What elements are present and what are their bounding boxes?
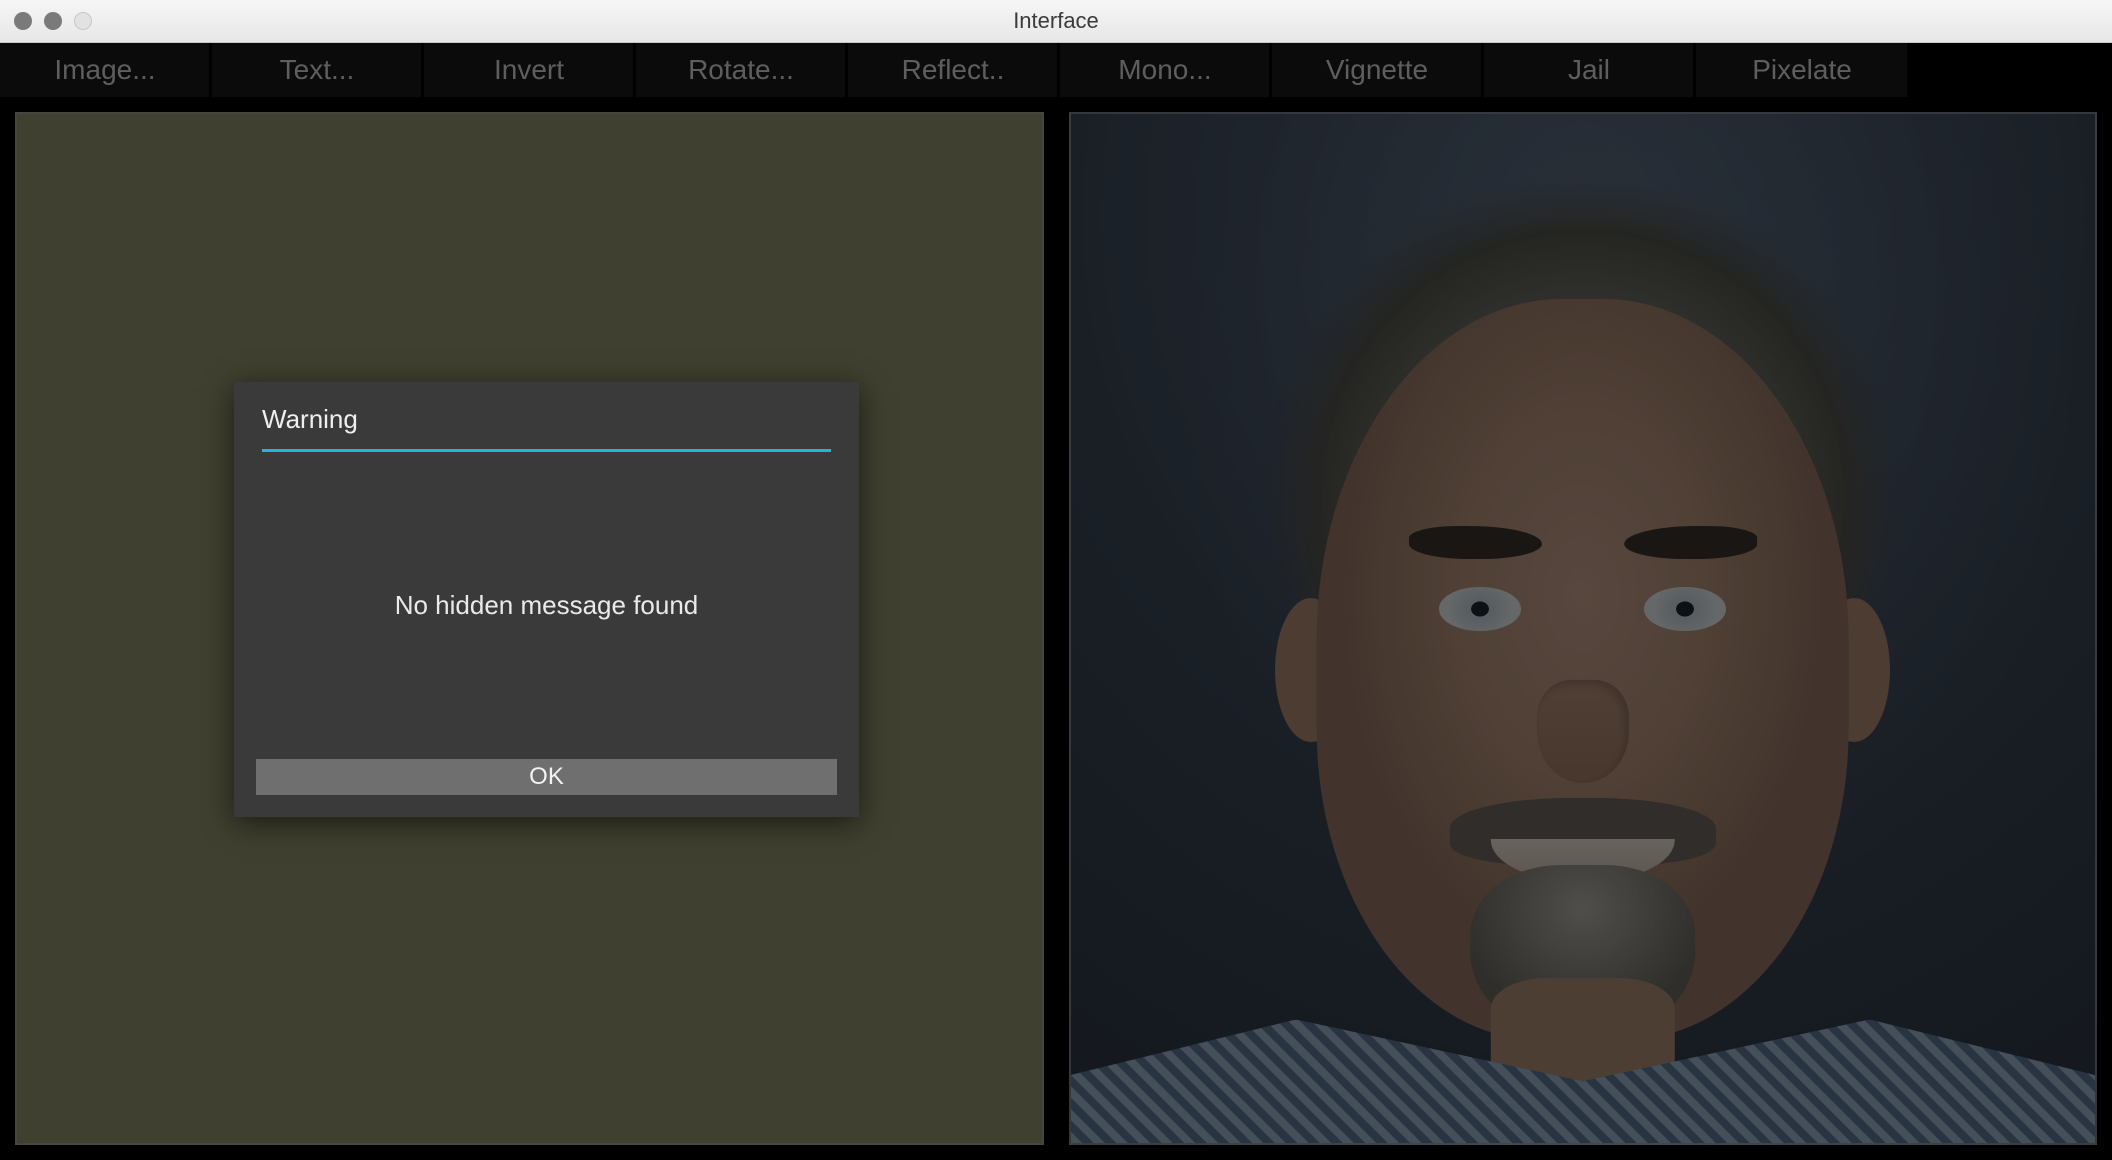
toolbar-jail-button[interactable]: Jail xyxy=(1484,43,1696,97)
dialog-body: No hidden message found xyxy=(234,452,859,759)
dialog-title: Warning xyxy=(262,404,831,449)
toolbar-text-button[interactable]: Text... xyxy=(212,43,424,97)
warning-dialog: Warning No hidden message found OK xyxy=(234,382,859,817)
window-minimize-icon[interactable] xyxy=(44,12,62,30)
toolbar-invert-button[interactable]: Invert xyxy=(424,43,636,97)
ok-button[interactable]: OK xyxy=(256,759,837,795)
window-zoom-icon[interactable] xyxy=(74,12,92,30)
window-title: Interface xyxy=(1013,8,1099,34)
toolbar-reflect-button[interactable]: Reflect.. xyxy=(848,43,1060,97)
toolbar: Image... Text... Invert Rotate... Reflec… xyxy=(0,43,2112,97)
portrait-image xyxy=(1071,114,2096,1143)
toolbar-vignette-button[interactable]: Vignette xyxy=(1272,43,1484,97)
dialog-message: No hidden message found xyxy=(395,590,699,621)
dialog-header: Warning xyxy=(234,382,859,452)
window-titlebar: Interface xyxy=(0,0,2112,43)
right-image-panel xyxy=(1069,112,2098,1145)
dialog-footer: OK xyxy=(234,759,859,817)
toolbar-mono-button[interactable]: Mono... xyxy=(1060,43,1272,97)
toolbar-rotate-button[interactable]: Rotate... xyxy=(636,43,848,97)
window-close-icon[interactable] xyxy=(14,12,32,30)
window-controls xyxy=(14,12,92,30)
toolbar-pixelate-button[interactable]: Pixelate xyxy=(1696,43,1908,97)
toolbar-image-button[interactable]: Image... xyxy=(0,43,212,97)
